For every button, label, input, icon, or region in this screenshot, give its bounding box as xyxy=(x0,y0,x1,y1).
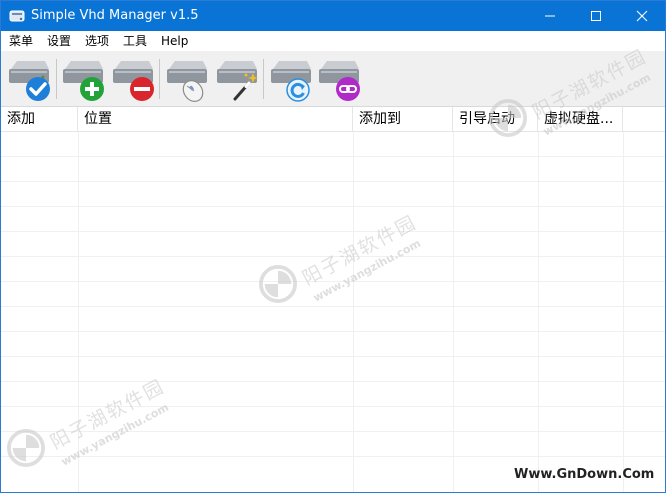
maximize-icon xyxy=(591,11,601,21)
grid-line xyxy=(453,132,454,492)
grid-line xyxy=(1,381,665,382)
column-header-vdisk[interactable]: 虚拟硬盘... xyxy=(538,107,623,131)
grid-line xyxy=(1,156,665,157)
drive-add-icon[interactable] xyxy=(59,55,107,103)
drive-mouse-icon[interactable] xyxy=(163,55,211,103)
column-header-add[interactable]: 添加 xyxy=(1,107,78,131)
menu-item-settings[interactable]: 设置 xyxy=(47,33,71,49)
drive-wand-icon[interactable] xyxy=(213,55,261,103)
title-bar[interactable]: Simple Vhd Manager v1.5 xyxy=(1,1,665,31)
grid-line xyxy=(538,132,539,492)
close-icon xyxy=(636,10,648,22)
column-header-boot[interactable]: 引导启动 xyxy=(453,107,538,131)
grid-line xyxy=(1,356,665,357)
toolbar-separator xyxy=(263,59,264,99)
close-button[interactable] xyxy=(619,1,665,31)
grid-line xyxy=(353,132,354,492)
grid-line xyxy=(78,132,79,492)
maximize-button[interactable] xyxy=(573,1,619,31)
window-title: Simple Vhd Manager v1.5 xyxy=(31,8,199,23)
grid-line xyxy=(1,456,665,457)
drive-check-icon[interactable] xyxy=(5,55,53,103)
menu-item-options[interactable]: 选项 xyxy=(85,33,109,49)
drive-remove-icon[interactable] xyxy=(109,55,157,103)
toolbar xyxy=(1,51,665,107)
site-watermark: Www.GnDown.Com xyxy=(514,467,655,482)
grid-line xyxy=(1,206,665,207)
grid-line xyxy=(1,231,665,232)
minimize-button[interactable] xyxy=(527,1,573,31)
menu-item-tools[interactable]: 工具 xyxy=(123,33,147,49)
list-header: 添加 位置 添加到 引导启动 虚拟硬盘... xyxy=(1,107,665,132)
grid-line xyxy=(1,331,665,332)
minimize-icon xyxy=(545,15,555,17)
drive-link-icon[interactable] xyxy=(315,55,363,103)
column-header-location[interactable]: 位置 xyxy=(78,107,353,131)
grid-line xyxy=(1,431,665,432)
app-icon xyxy=(9,10,25,22)
column-header-added-to[interactable]: 添加到 xyxy=(353,107,453,131)
menu-item-menu[interactable]: 菜单 xyxy=(9,33,33,49)
grid-line xyxy=(1,406,665,407)
grid-line xyxy=(1,256,665,257)
app-window: Simple Vhd Manager v1.5 菜单 设置 选项 工具 Help xyxy=(0,0,666,493)
grid-line xyxy=(1,306,665,307)
grid-line xyxy=(623,132,624,492)
toolbar-separator xyxy=(56,59,57,99)
grid-line xyxy=(1,181,665,182)
vhd-list[interactable] xyxy=(1,132,665,492)
menu-item-help[interactable]: Help xyxy=(161,33,188,49)
toolbar-separator xyxy=(159,59,160,99)
grid-line xyxy=(1,281,665,282)
drive-refresh-icon[interactable] xyxy=(267,55,315,103)
menu-bar: 菜单 设置 选项 工具 Help xyxy=(1,31,665,51)
